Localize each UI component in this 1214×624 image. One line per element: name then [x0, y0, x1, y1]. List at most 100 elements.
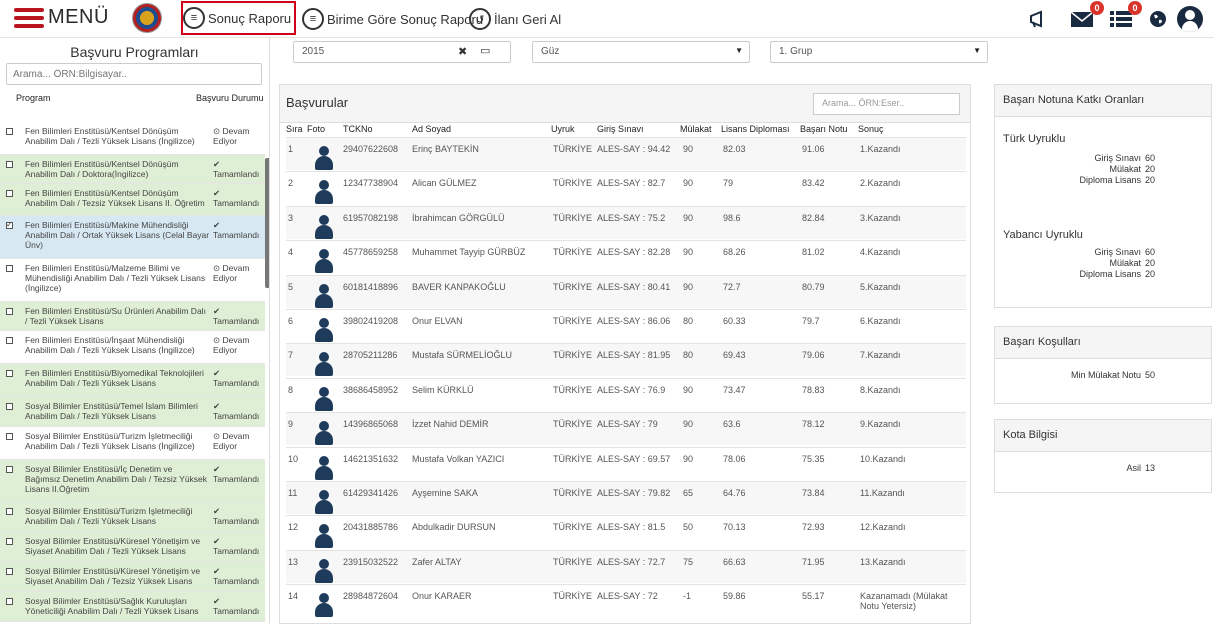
menu-button[interactable]: MENÜ: [14, 6, 109, 29]
table-row[interactable]: 7 28705211286 Mustafa SÜRMELİOĞLU TÜRKİYE AL…: [286, 343, 966, 377]
group-select[interactable]: 1. Grup ▼: [770, 41, 988, 63]
applicant-name: Selim KÜRKLÜ: [412, 384, 474, 395]
program-item[interactable]: Fen Bilimleri Enstitüsü/Biyomedikal Tekn…: [0, 364, 265, 397]
nationality: TÜRKİYE: [553, 247, 593, 258]
checkbox[interactable]: [6, 128, 13, 135]
checkbox-checked[interactable]: [6, 220, 13, 230]
exam-score: ALES-SAY : 80.41: [597, 281, 671, 292]
program-item[interactable]: Fen Bilimleri Enstitüsü/Kentsel Dönüşüm …: [0, 155, 265, 184]
program-item[interactable]: Sosyal Bilimler Enstitüsü/İç Denetim ve …: [0, 460, 265, 502]
diploma-score: 82.03: [723, 144, 746, 154]
table-row[interactable]: 2 12347738904 Alican GÜLMEZ TÜRKİYE ALES-SAY…: [286, 171, 966, 205]
program-status: ✔ Tamamlandı: [213, 188, 260, 208]
checkbox[interactable]: [6, 308, 13, 315]
nationality: TÜRKİYE: [553, 178, 593, 189]
exam-score: ALES-SAY : 94.42: [597, 144, 671, 154]
program-status: ✔ Tamamlandı: [213, 464, 260, 484]
table-row[interactable]: 3 61957082198 İbrahimcan GÖRGÜLÜ TÜRKİYE ALE…: [286, 205, 966, 239]
checkbox[interactable]: [6, 403, 13, 410]
program-search-input[interactable]: [6, 63, 262, 85]
applicant-name: Abdulkadir DURSUN: [412, 522, 496, 533]
applications-search-input[interactable]: Arama... ÖRN:Eser..: [813, 93, 960, 115]
interview-score: 90: [683, 453, 694, 464]
exam-score: ALES-SAY : 79: [597, 419, 658, 430]
tc-number: 23915032522: [343, 556, 399, 567]
table-row[interactable]: 13 23915032522 Zafer ALTAY TÜRKİYE ALES-SAY …: [286, 549, 966, 583]
clear-icon[interactable]: ✖: [458, 45, 467, 58]
success-score: 91.06: [802, 144, 825, 154]
result: 3.Kazandı: [860, 212, 901, 223]
calendar-icon[interactable]: ▭: [480, 44, 490, 57]
sidebar-scrollbar[interactable]: [265, 158, 269, 288]
messages-button[interactable]: 0: [1068, 1, 1104, 31]
table-row[interactable]: 11 61429341426 Ayşemine SAKA TÜRKİYE ALES-SA…: [286, 481, 966, 514]
checkbox[interactable]: [6, 598, 13, 605]
checkbox[interactable]: [6, 190, 13, 197]
applicant-photo-icon: [314, 386, 334, 411]
program-item[interactable]: Fen Bilimleri Enstitüsü/Kentsel Dönüşüm …: [0, 184, 265, 216]
program-name: Sosyal Bilimler Enstitüsü/İç Denetim ve …: [25, 464, 208, 494]
interview-score: 65: [683, 488, 694, 498]
program-item[interactable]: Sosyal Bilimler Enstitüsü/Sağlık Kuruluş…: [0, 592, 265, 622]
table-row[interactable]: 14 28984872604 Onur KARAER TÜRKİYE ALES-SAY …: [286, 584, 966, 618]
table-row[interactable]: 8 38686458952 Selim KÜRKLÜ TÜRKİYE ALES-SAY …: [286, 377, 966, 411]
globe-icon[interactable]: [1146, 7, 1170, 31]
program-item-selected[interactable]: Fen Bilimleri Enstitüsü/Makine Mühendisl…: [0, 216, 265, 259]
row-number: 11: [288, 488, 298, 498]
table-row[interactable]: 1 29407622608 Erinç BAYTEKİN TÜRKİYE ALES-SA…: [286, 137, 966, 170]
program-status: ✔ Tamamlandı: [213, 401, 260, 421]
table-row[interactable]: 10 14621351632 Mustafa Volkan YAZICI TÜRKİY…: [286, 446, 966, 480]
table-row[interactable]: 9 14396865068 İzzet Nahid DEMİR TÜRKİYE ALES…: [286, 412, 966, 446]
program-item[interactable]: Sosyal Bilimler Enstitüsü/Turizm İşletme…: [0, 427, 265, 460]
checkbox[interactable]: [6, 568, 13, 575]
program-item[interactable]: Fen Bilimleri Enstitüsü/İnşaat Mühendisl…: [0, 331, 265, 364]
megaphone-icon[interactable]: [1027, 7, 1051, 31]
table-row[interactable]: 5 60181418896 BAVER KANPAKOĞLU TÜRKİYE ALES-…: [286, 274, 966, 308]
unit-result-report-button[interactable]: ≡ Birime Göre Sonuç Raporu: [302, 5, 483, 33]
program-item[interactable]: Sosyal Bilimler Enstitüsü/Küresel Yöneti…: [0, 562, 265, 592]
checkbox[interactable]: [6, 433, 13, 440]
revoke-announcement-label: İlanı Geri Al: [494, 11, 562, 27]
program-item[interactable]: Fen Bilimleri Enstitüsü/Su Ürünleri Anab…: [0, 302, 265, 331]
program-item[interactable]: Sosyal Bilimler Enstitüsü/Küresel Yöneti…: [0, 532, 265, 562]
result: 5.Kazandı: [860, 281, 901, 292]
program-item[interactable]: Sosyal Bilimler Enstitüsü/Temel İslam Bi…: [0, 397, 265, 427]
success-score: 72.93: [802, 522, 825, 533]
user-menu-button[interactable]: [1175, 6, 1205, 32]
applicant-name: Zafer ALTAY: [412, 556, 462, 567]
result-report-button[interactable]: ≡ Sonuç Raporu: [181, 1, 297, 35]
row-number: 2: [288, 178, 294, 189]
checkbox[interactable]: [6, 370, 13, 377]
column-program: Program: [16, 93, 51, 103]
checkbox[interactable]: [6, 337, 13, 344]
document-icon: ≡: [302, 8, 324, 30]
program-name: Fen Bilimleri Enstitüsü/Malzeme Bilimi v…: [25, 263, 206, 293]
success-score: 71.95: [802, 556, 825, 567]
exam-score: ALES-SAY : 81.5: [597, 522, 666, 533]
row-number: 14: [288, 591, 299, 602]
checkbox[interactable]: [6, 538, 13, 545]
checkbox[interactable]: [6, 265, 13, 272]
checkbox[interactable]: [6, 508, 13, 515]
revoke-announcement-button[interactable]: ↺ İlanı Geri Al: [469, 5, 561, 33]
interview-score: -1: [683, 591, 692, 602]
checkbox[interactable]: [6, 161, 13, 168]
table-row[interactable]: 6 39802419208 Onur ELVAN TÜRKİYE ALES-SAY : …: [286, 309, 966, 342]
term-select[interactable]: Güz ▼: [532, 41, 750, 63]
program-item[interactable]: Fen Bilimleri Enstitüsü/Malzeme Bilimi v…: [0, 259, 265, 302]
exam-score: ALES-SAY : 75.2: [597, 212, 666, 223]
table-row[interactable]: 4 45778659258 Muhammet Tayyip GÜRBÜZ TÜRKİY…: [286, 240, 966, 274]
exam-score: ALES-SAY : 76.9: [597, 384, 666, 395]
program-item[interactable]: Fen Bilimleri Enstitüsü/Kentsel Dönüşüm …: [0, 122, 265, 155]
row-number: 4: [288, 247, 294, 258]
hamburger-icon: [14, 7, 44, 28]
checkbox[interactable]: [6, 466, 13, 473]
table-row[interactable]: 12 20431885786 Abdulkadir DURSUN TÜRKİYE ALE…: [286, 515, 966, 549]
program-item[interactable]: Sosyal Bilimler Enstitüsü/Turizm İşletme…: [0, 502, 265, 532]
diploma-score: 72.7: [723, 281, 741, 292]
task-list-button[interactable]: 0: [1108, 1, 1142, 31]
year-filter[interactable]: 2015 ✖ ▭: [293, 41, 511, 63]
foreign-nationals-label: Yabancı Uyruklu: [1003, 229, 1083, 241]
result: 7.Kazandı: [860, 350, 901, 361]
chevron-down-icon: ▼: [735, 46, 743, 55]
